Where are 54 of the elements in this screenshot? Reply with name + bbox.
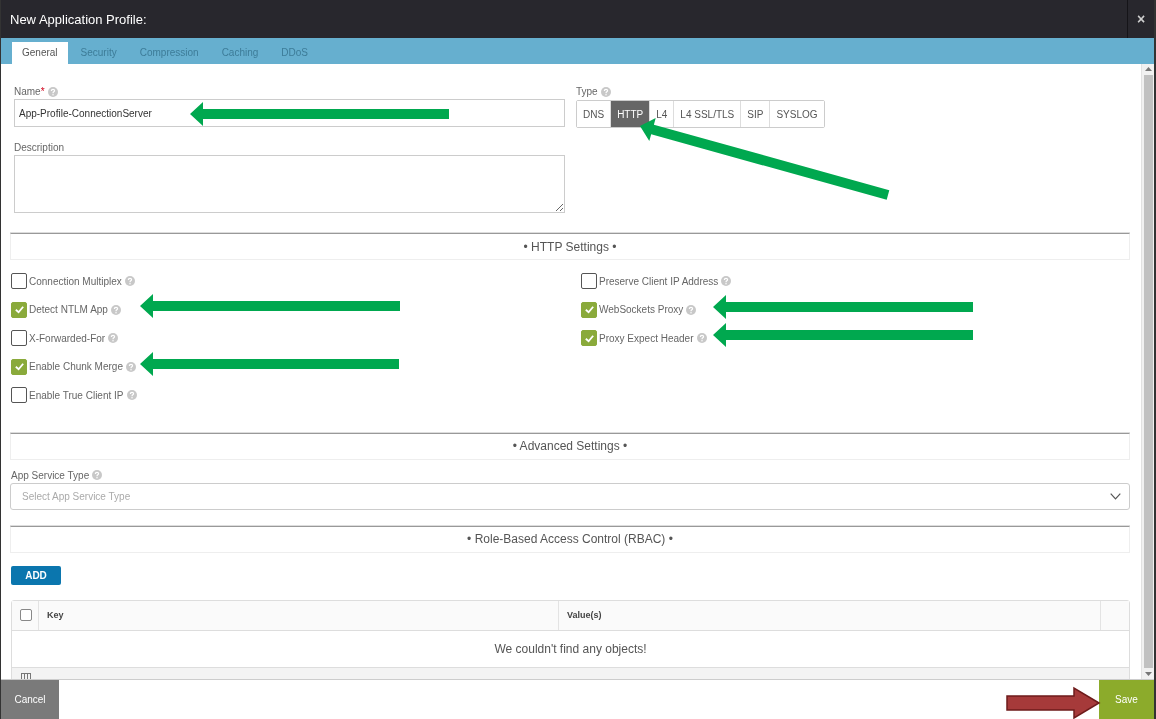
section-header: • Advanced Settings • <box>10 432 1130 460</box>
section-header: • Role-Based Access Control (RBAC) • <box>10 525 1130 553</box>
help-icon[interactable] <box>92 470 103 480</box>
help-icon[interactable] <box>696 333 707 344</box>
help-icon[interactable] <box>47 86 58 97</box>
checkmark-icon <box>583 332 595 344</box>
checkbox[interactable] <box>11 273 27 290</box>
checkbox-label: X-Forwarded-For <box>29 332 106 344</box>
scroll-down-icon[interactable] <box>1144 672 1152 676</box>
description-textarea[interactable] <box>14 155 565 213</box>
field-label: App Service Type <box>11 469 90 481</box>
field-label: Description <box>14 142 65 153</box>
checkbox[interactable] <box>581 330 597 347</box>
column-header[interactable]: Value(s) <box>559 600 1101 630</box>
help-icon[interactable] <box>108 333 119 344</box>
checkbox[interactable] <box>581 301 597 318</box>
chevron-down-icon <box>1110 492 1121 500</box>
checkbox[interactable] <box>11 301 27 318</box>
field-label: Type <box>576 86 598 97</box>
checkbox-label: Proxy Expect Header <box>599 332 694 344</box>
help-icon[interactable] <box>600 86 611 97</box>
help-icon[interactable] <box>110 304 121 315</box>
checkbox[interactable] <box>11 358 27 375</box>
checkbox[interactable] <box>11 330 27 347</box>
column-header[interactable]: Key <box>39 600 559 630</box>
cancel-button[interactable]: Cancel <box>1 680 59 719</box>
scrollbar-thumb[interactable] <box>1143 75 1153 668</box>
scrollbar[interactable] <box>1141 64 1154 679</box>
type-option[interactable]: SYSLOG <box>769 101 824 127</box>
help-icon[interactable] <box>126 390 137 401</box>
field-label: Name* <box>14 86 45 97</box>
add-button[interactable]: ADD <box>11 565 61 585</box>
checkbox-label: Preserve Client IP Address <box>599 275 719 287</box>
checkmark-icon <box>13 304 25 316</box>
empty-message: We couldn't find any objects! <box>494 641 647 656</box>
section-header: • HTTP Settings • <box>10 233 1130 260</box>
checkmark-icon <box>583 304 595 316</box>
help-icon[interactable] <box>124 276 135 287</box>
help-icon[interactable] <box>721 276 732 287</box>
tab[interactable]: General <box>12 42 68 64</box>
type-option[interactable]: HTTP <box>610 101 650 127</box>
checkmark-icon <box>13 361 25 373</box>
checkbox-label: Enable Chunk Merge <box>29 361 123 373</box>
checkbox-label: Connection Multiplex <box>29 275 122 287</box>
checkbox[interactable] <box>581 273 597 290</box>
help-icon[interactable] <box>686 304 697 315</box>
checkbox[interactable] <box>11 387 27 404</box>
help-icon[interactable] <box>125 361 136 372</box>
scroll-up-icon[interactable] <box>1144 67 1152 71</box>
checkbox-label: WebSockets Proxy <box>599 304 684 316</box>
checkbox-label: Enable True Client IP <box>29 389 124 401</box>
window-title: New Application Profile: <box>10 11 147 27</box>
checkbox[interactable] <box>20 609 32 621</box>
checkbox-label: Detect NTLM App <box>29 304 108 316</box>
